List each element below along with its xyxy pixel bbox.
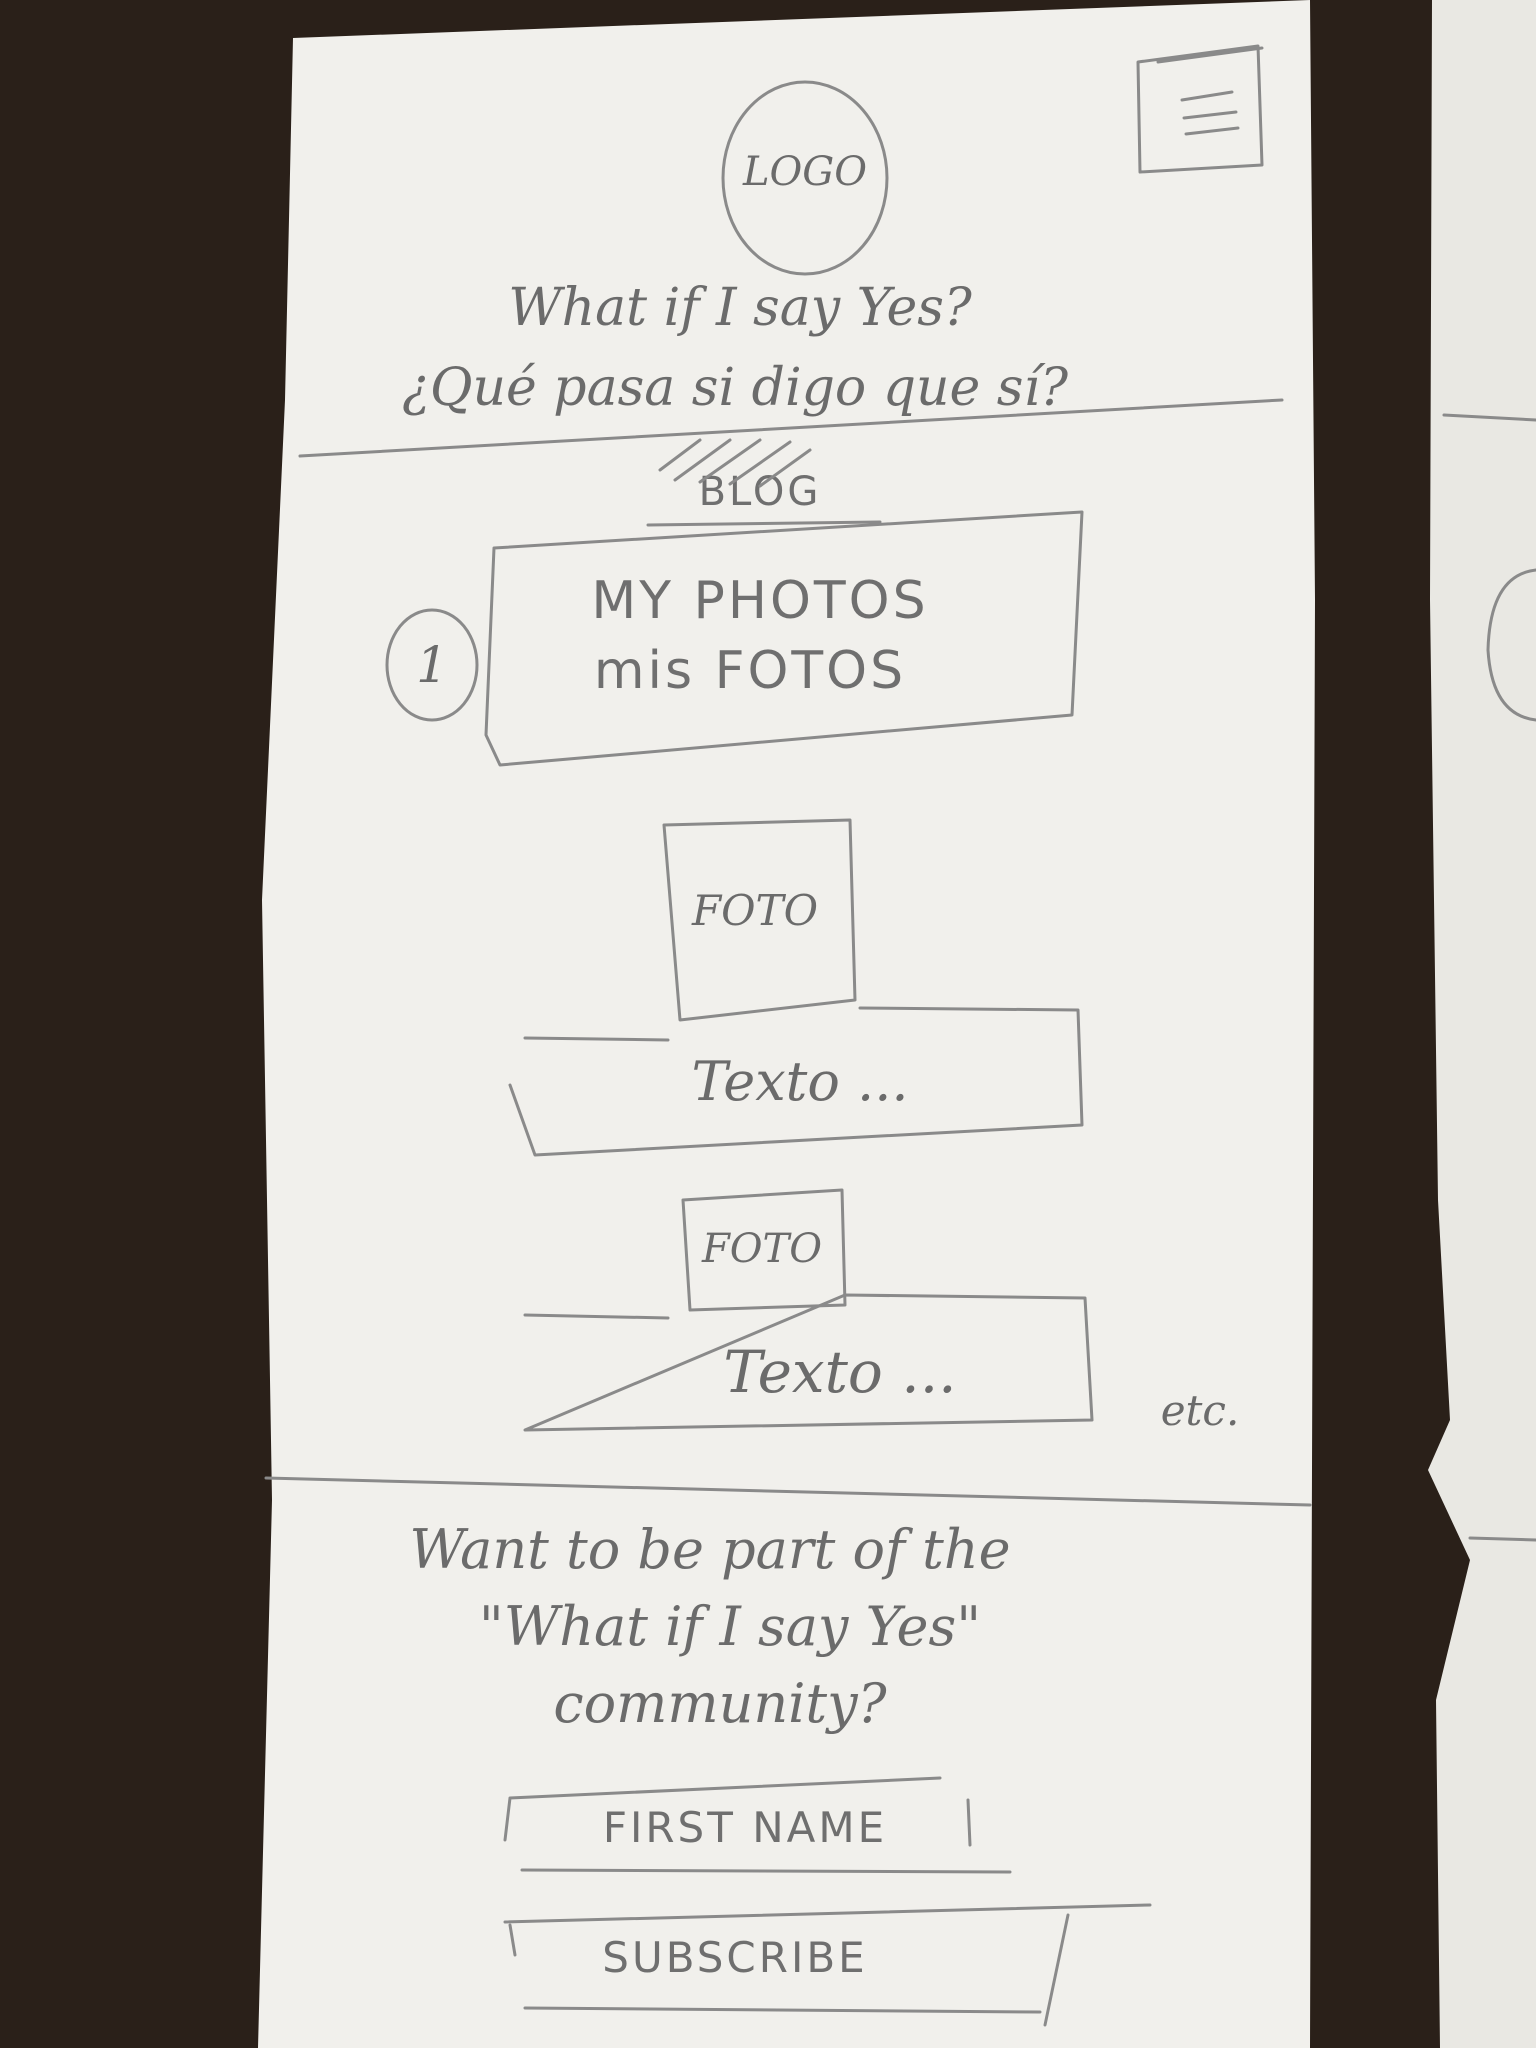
logo-text: LOGO	[742, 149, 867, 195]
first-name-placeholder: FIRST NAME	[603, 1803, 887, 1852]
my-photos-title: MY PHOTOS	[591, 571, 928, 631]
photo-label: FOTO	[701, 1226, 822, 1272]
signup-line-1: Want to be part of the	[409, 1518, 1010, 1581]
my-photos-subtitle: mis FOTOS	[594, 641, 906, 701]
section-number: 1	[416, 636, 448, 694]
subscribe-label: SUBSCRIBE	[602, 1933, 867, 1982]
tagline-english: What if I say Yes?	[508, 278, 973, 338]
more-indicator: etc.	[1161, 1386, 1240, 1435]
adjacent-paper-sheet	[1428, 0, 1536, 2048]
signup-line-2: "What if I say Yes"	[479, 1595, 981, 1658]
adjacent-sheet-line-bottom	[1468, 1536, 1536, 1542]
photo-label: FOTO	[691, 886, 818, 935]
signup-line-3: community?	[553, 1672, 887, 1735]
sketch-scene: LOGO What if I say Yes? ¿Qué pasa si dig…	[0, 0, 1536, 2048]
post-text: Texto ...	[723, 1338, 956, 1406]
post-text: Texto ...	[691, 1050, 908, 1113]
tagline-spanish: ¿Qué pasa si digo que sí?	[402, 358, 1069, 418]
blog-heading: BLOG	[699, 469, 822, 515]
